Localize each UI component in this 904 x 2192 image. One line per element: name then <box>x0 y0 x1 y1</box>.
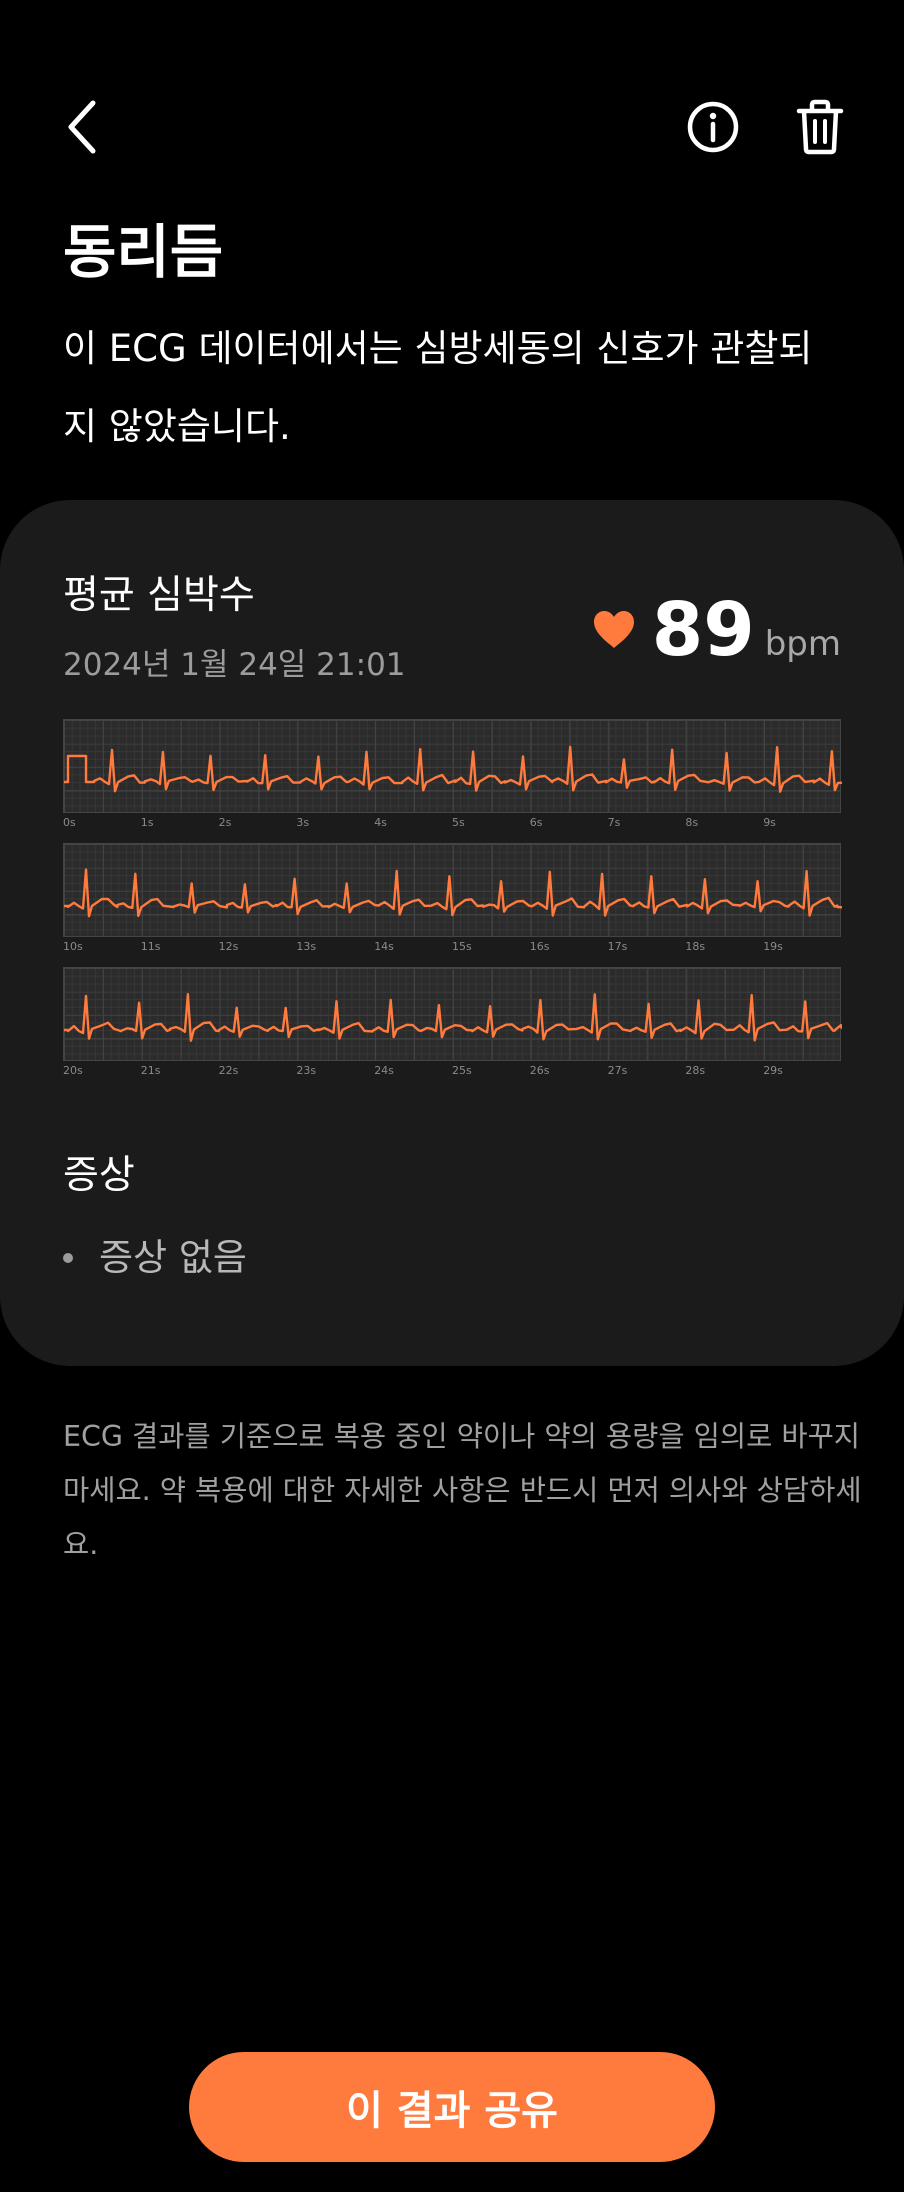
ecg-tick: 12s <box>218 940 239 953</box>
heart-rate-display: 89 bpm <box>592 590 841 670</box>
ecg-tick: 0s <box>63 816 76 829</box>
share-result-button[interactable]: 이 결과 공유 <box>189 2052 715 2162</box>
avg-heart-rate-label: 평균 심박수 <box>63 573 255 618</box>
ecg-waveform-2 <box>64 868 842 918</box>
ecg-tick: 21s <box>140 1064 161 1077</box>
ecg-time-axis-1: 0s 1s 2s 3s 4s 5s 6s 7s 8s 9s <box>63 816 841 836</box>
ecg-tick: 29s <box>763 1064 783 1077</box>
back-button[interactable] <box>38 82 128 172</box>
ecg-trace <box>64 868 842 918</box>
ecg-tick: 17s <box>607 940 628 953</box>
ecg-tick: 27s <box>607 1064 628 1077</box>
ecg-tick: 4s <box>374 816 387 829</box>
ecg-tick: 10s <box>63 940 83 953</box>
chevron-left-icon <box>68 100 96 154</box>
ecg-tick: 9s <box>763 816 776 829</box>
record-date: 2024년 1월 24일 21:01 <box>63 647 406 683</box>
heart-rate-value: 89 <box>651 587 755 673</box>
trash-icon <box>796 99 844 155</box>
ecg-tick: 19s <box>763 940 783 953</box>
ecg-tick: 7s <box>607 816 621 829</box>
info-icon <box>687 101 739 153</box>
ecg-tick: 23s <box>296 1064 317 1077</box>
heart-rate-unit: bpm <box>764 624 841 664</box>
ecg-tick: 6s <box>529 816 543 829</box>
result-title: 동리듬 <box>63 218 224 286</box>
ecg-tick: 1s <box>140 816 154 829</box>
ecg-tick: 14s <box>374 940 394 953</box>
ecg-trace <box>64 745 842 793</box>
top-bar <box>0 0 904 240</box>
ecg-tick: 8s <box>685 816 699 829</box>
ecg-tick: 24s <box>374 1064 394 1077</box>
ecg-tick: 11s <box>140 940 161 953</box>
symptoms-title: 증상 <box>63 1153 135 1198</box>
ecg-tick: 28s <box>685 1064 706 1077</box>
ecg-strip-3 <box>63 967 842 1061</box>
ecg-tick: 2s <box>218 816 232 829</box>
ecg-tick: 18s <box>685 940 706 953</box>
ecg-tick: 5s <box>452 816 465 829</box>
ecg-trace <box>64 993 842 1042</box>
ecg-waveform-1 <box>64 745 842 793</box>
ecg-waveform-3 <box>64 993 842 1042</box>
ecg-tick: 22s <box>218 1064 239 1077</box>
ecg-strip-2 <box>63 843 842 937</box>
symptom-item: 증상 없음 <box>63 1232 247 1284</box>
bullet-dot <box>63 1253 73 1263</box>
ecg-tick: 13s <box>296 940 317 953</box>
ecg-time-axis-3: 20s 21s 22s 23s 24s 25s 26s 27s 28s 29s <box>63 1064 841 1084</box>
ecg-tick: 16s <box>529 940 550 953</box>
ecg-tick: 20s <box>63 1064 83 1077</box>
medication-disclaimer: ECG 결과를 기준으로 복용 중인 약이나 약의 용량을 임의로 바꾸지 마세… <box>63 1420 862 1561</box>
ecg-time-axis-2: 10s 11s 12s 13s 14s 15s 16s 17s 18s 19s <box>63 940 841 960</box>
ecg-tick: 15s <box>452 940 472 953</box>
delete-button[interactable] <box>775 82 865 172</box>
symptom-text: 증상 없음 <box>99 1236 247 1279</box>
ecg-strip-1 <box>63 719 842 813</box>
ecg-tick: 3s <box>296 816 310 829</box>
ecg-tick: 26s <box>529 1064 550 1077</box>
heart-icon <box>593 611 634 648</box>
ecg-tick: 25s <box>452 1064 472 1077</box>
result-description: 이 ECG 데이터에서는 심방세동의 신호가 관찰되지 않았습니다. <box>63 327 813 448</box>
info-button[interactable] <box>668 82 758 172</box>
